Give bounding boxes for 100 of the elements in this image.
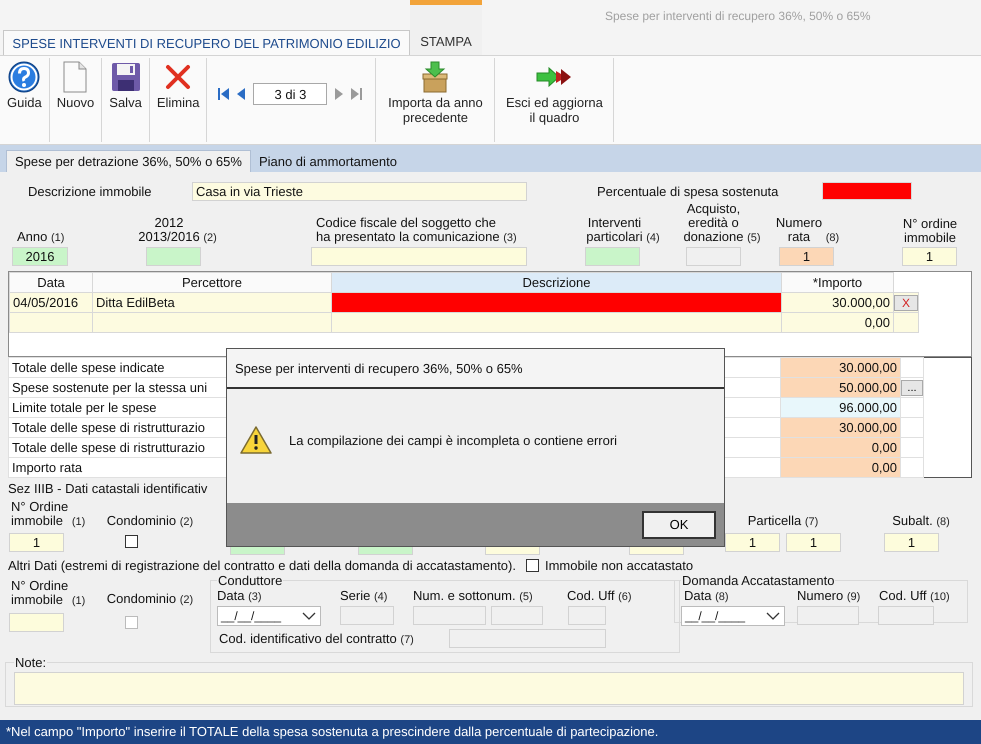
input-field[interactable] xyxy=(340,606,394,625)
field-label: Data xyxy=(217,588,244,603)
ribbon-tab[interactable]: SPESE INTERVENTI DI RECUPERO DEL PATRIMONIO EDILIZIO xyxy=(3,30,410,55)
field-note: (5) xyxy=(747,232,761,244)
field-note: (3) xyxy=(248,591,262,603)
input-field[interactable]: 1 xyxy=(902,247,957,266)
form-tab[interactable]: Piano di ammortamento xyxy=(250,150,405,172)
toolbar-button[interactable]: Guida xyxy=(3,56,46,121)
ok-button[interactable]: OK xyxy=(642,510,716,538)
field-note: (1) xyxy=(51,232,64,244)
field-label: Num. e sottonum. xyxy=(413,588,516,603)
box-arrow-icon xyxy=(421,61,450,93)
input-field[interactable] xyxy=(686,247,741,266)
delete-button[interactable]: X xyxy=(894,294,918,310)
field-label: Particella xyxy=(748,514,802,528)
field-label: Codice fiscale del soggetto che ha presentato la comunicazione xyxy=(316,216,500,244)
input-field[interactable]: 1 xyxy=(725,533,780,552)
input-field[interactable]: Casa in via Trieste xyxy=(192,182,527,200)
input-field[interactable]: 1 xyxy=(884,533,939,552)
field-label: Subalt. xyxy=(892,514,933,528)
checkbox[interactable] xyxy=(125,535,138,548)
table-cell: 0,00 xyxy=(782,312,894,332)
field-label: N° Ordine immobile xyxy=(11,579,68,607)
table-cell: 04/05/2016 xyxy=(10,292,92,312)
input-field[interactable] xyxy=(878,606,934,625)
field-label: N° Ordine immobile xyxy=(11,500,68,528)
date-field[interactable]: __/__/____ xyxy=(681,606,785,626)
previous-icon[interactable] xyxy=(237,88,246,100)
notes-field[interactable] xyxy=(14,672,964,705)
form-tab[interactable]: Spese per detrazione 36%, 50% o 65% xyxy=(6,150,251,172)
input-field[interactable]: 1 xyxy=(779,247,834,266)
field-label: Interventi particolari xyxy=(586,216,643,244)
more-button[interactable]: ... xyxy=(902,380,922,396)
field-label: Numero rata xyxy=(776,216,822,244)
input-field[interactable]: 2016 xyxy=(12,247,68,266)
total-value: 0,00 xyxy=(780,438,900,458)
total-value: 0,00 xyxy=(780,458,900,478)
field-note: (6) xyxy=(618,591,632,603)
field-note: (4) xyxy=(646,232,660,244)
field-label: Anno xyxy=(17,230,48,244)
field-label: Cod. Uff xyxy=(879,588,926,603)
total-value: 30.000,00 xyxy=(780,358,900,378)
total-value: 96.000,00 xyxy=(780,398,900,418)
input-field[interactable] xyxy=(449,629,606,648)
percentage-field[interactable] xyxy=(822,182,912,200)
table-cell: 30.000,00 xyxy=(782,292,894,312)
toolbar-button[interactable]: Elimina xyxy=(152,56,204,121)
dialog-title: Spese per interventi di recupero 36%, 50% o 65% xyxy=(235,360,523,376)
first-record-icon[interactable] xyxy=(218,88,230,100)
section-title: Sez IIIB - Dati catastali identificativ xyxy=(8,481,208,496)
field-note: (4) xyxy=(374,591,388,603)
field-label: Acquisto, eredità o donazione xyxy=(683,202,744,244)
field-label: 2012 2013/2016 xyxy=(138,216,200,244)
column-header: Descrizione xyxy=(332,272,782,292)
field-note: (1) xyxy=(72,595,86,607)
checkbox[interactable] xyxy=(526,558,539,572)
input-field[interactable] xyxy=(146,247,201,266)
input-field[interactable] xyxy=(311,247,527,266)
table-cell: Ditta EdilBeta xyxy=(92,292,332,312)
field-label: Condominio xyxy=(106,514,176,528)
date-field[interactable]: __/__/____ xyxy=(217,606,321,626)
section-title: Altri Dati (estremi di registrazione del contratto e dati della domanda di accatastamento). xyxy=(8,558,516,572)
document-icon xyxy=(62,61,88,93)
field-note: (9) xyxy=(846,591,860,603)
total-value: 50.000,00 xyxy=(780,378,900,398)
input-field[interactable] xyxy=(797,606,859,625)
field-note: (8) xyxy=(936,516,950,528)
input-field[interactable] xyxy=(491,606,543,625)
chevron-down-icon xyxy=(766,612,780,620)
next-icon[interactable] xyxy=(335,88,344,100)
column-header: *Importo xyxy=(782,272,894,292)
total-value: 30.000,00 xyxy=(780,418,900,438)
last-record-icon[interactable] xyxy=(351,88,362,100)
field-label: Serie xyxy=(340,588,370,603)
help-icon xyxy=(8,61,40,93)
warning-icon xyxy=(240,425,272,455)
field-label: Descrizione immobile xyxy=(28,184,152,198)
field-note: (8) xyxy=(715,591,729,603)
input-field[interactable]: 1 xyxy=(9,533,64,552)
chevron-down-icon xyxy=(302,612,316,620)
field-note: (10) xyxy=(930,591,950,603)
field-note: (5) xyxy=(519,591,533,603)
group-title: Conduttore xyxy=(217,573,284,588)
field-note: (2) xyxy=(180,594,194,606)
field-label: Numero xyxy=(797,588,844,603)
input-field[interactable] xyxy=(585,247,640,266)
group-title: Domanda Accatastamento xyxy=(681,573,836,588)
column-header: Percettore xyxy=(92,272,332,292)
input-field[interactable] xyxy=(9,613,64,632)
toolbar-button[interactable]: Salva xyxy=(105,56,146,121)
input-field[interactable]: 1 xyxy=(786,533,841,552)
record-field[interactable]: 3 di 3 xyxy=(253,83,328,105)
field-label: Condominio xyxy=(106,592,176,606)
toolbar-button[interactable]: Nuovo xyxy=(52,56,98,121)
group-title: Note: xyxy=(14,655,48,670)
ribbon-tab[interactable]: STAMPA xyxy=(410,0,482,55)
field-label: Cod. identificativo del contratto xyxy=(219,631,397,646)
input-field[interactable] xyxy=(568,606,606,625)
field-label: Data xyxy=(684,588,712,603)
input-field[interactable] xyxy=(413,606,486,625)
